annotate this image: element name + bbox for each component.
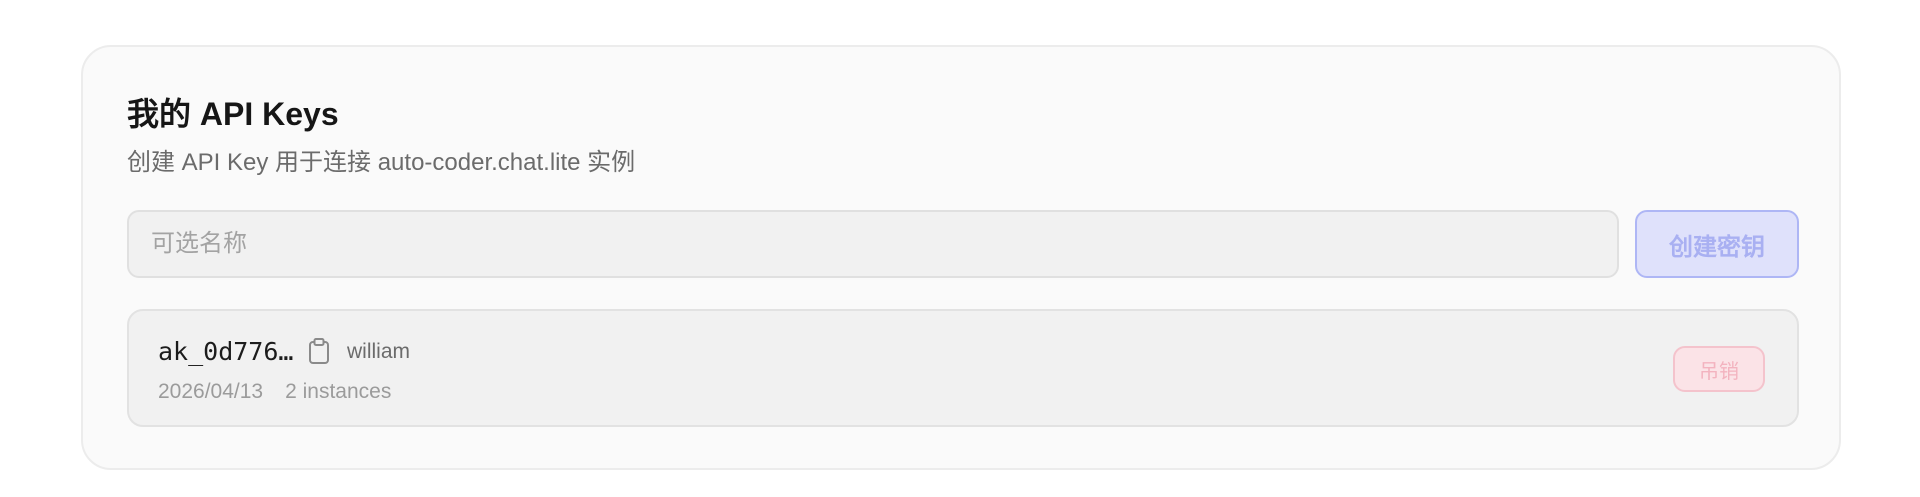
key-row: ak_0d776… william 2026/04/13 2 instances … <box>127 309 1799 427</box>
clipboard-icon[interactable] <box>308 338 330 364</box>
key-name-input[interactable] <box>127 210 1619 278</box>
card-title: 我的 API Keys <box>127 96 339 132</box>
key-created-date: 2026/04/13 <box>158 380 264 403</box>
key-owner: william <box>347 340 410 363</box>
create-key-button[interactable]: 创建密钥 <box>1635 210 1799 278</box>
card-subtitle: 创建 API Key 用于连接 auto-coder.chat.lite 实例 <box>127 149 636 176</box>
api-keys-card: 我的 API Keys 创建 API Key 用于连接 auto-coder.c… <box>81 45 1841 470</box>
key-meta: 2026/04/13 2 instances <box>158 377 391 407</box>
key-list: ak_0d776… william 2026/04/13 2 instances … <box>127 309 1799 427</box>
key-instance-count: 2 instances <box>285 380 392 403</box>
revoke-key-button[interactable]: 吊销 <box>1673 346 1765 392</box>
key-id: ak_0d776… <box>158 337 294 366</box>
